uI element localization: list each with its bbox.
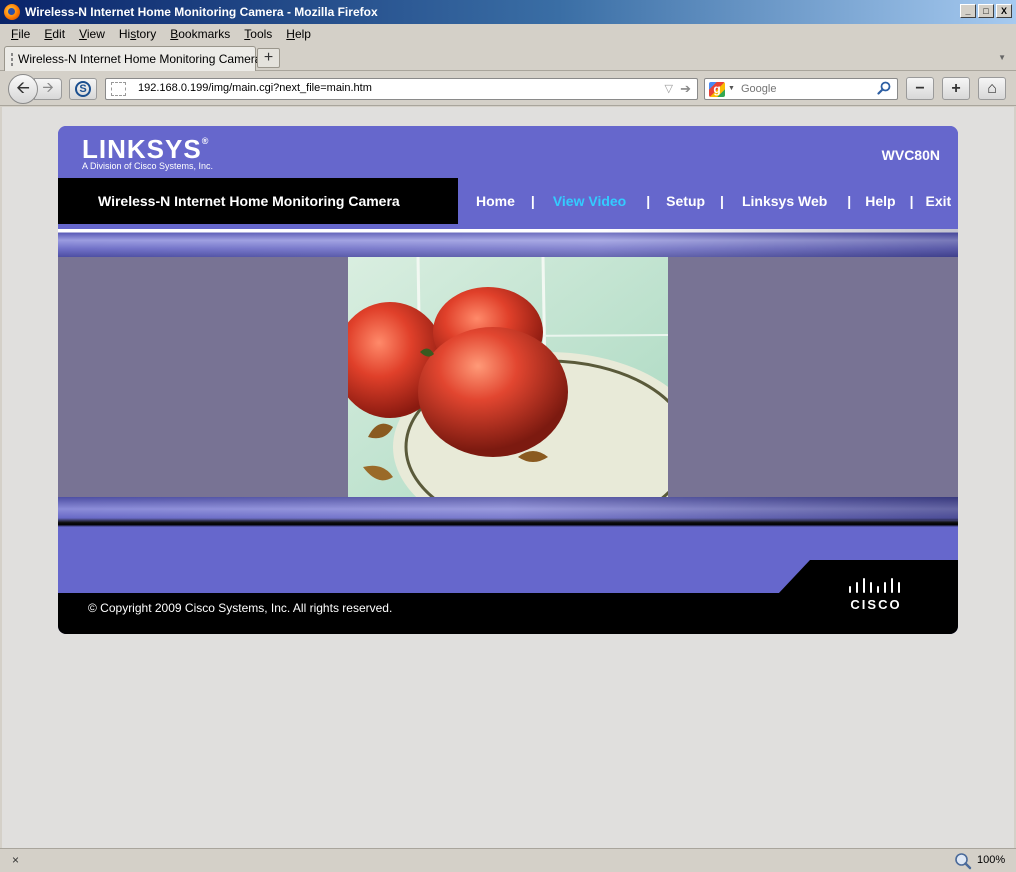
search-bar[interactable]: g ▼ [704, 78, 898, 100]
engine-chevron-down-icon[interactable]: ▼ [728, 85, 735, 92]
menu-help[interactable]: Help [279, 27, 318, 41]
linksys-nav: Wireless-N Internet Home Monitoring Came… [58, 178, 958, 224]
camera-video-feed [348, 257, 668, 497]
url-bar[interactable]: 192.168.0.199/img/main.cgi?next_file=mai… [105, 78, 698, 100]
cisco-wordmark: CISCO [850, 597, 902, 612]
page-favicon-icon [11, 52, 13, 66]
menu-file[interactable]: File [4, 27, 37, 41]
cisco-bars-icon [849, 578, 900, 593]
menu-tools[interactable]: Tools [237, 27, 279, 41]
google-engine-icon[interactable]: g [709, 82, 725, 97]
navigation-toolbar: 🡪 🡨 S 192.168.0.199/img/main.cgi?next_fi… [0, 71, 1016, 106]
nav-separator: | [909, 193, 914, 209]
decorative-band-bottom [58, 497, 958, 527]
linksys-header: LINKSYS® A Division of Cisco Systems, In… [58, 126, 958, 178]
forward-button[interactable]: 🡪 [34, 78, 62, 100]
home-icon: ⌂ [987, 79, 997, 97]
go-arrow-icon[interactable]: ➔ [680, 81, 691, 97]
copyright-text: © Copyright 2009 Cisco Systems, Inc. All… [88, 601, 393, 615]
search-input[interactable] [741, 82, 871, 96]
window-controls: _ □ X [960, 4, 1012, 18]
forward-arrow-icon: 🡪 [42, 79, 54, 95]
nav-links: Home | View Video | Setup | Linksys Web … [458, 178, 951, 224]
zoom-out-button[interactable]: − [906, 77, 934, 100]
maximize-button[interactable]: □ [978, 4, 994, 18]
linksys-logo-subtitle: A Division of Cisco Systems, Inc. [82, 161, 214, 171]
back-arrow-icon: 🡨 [16, 77, 30, 97]
nav-title-box: Wireless-N Internet Home Monitoring Came… [58, 178, 458, 224]
menu-bookmarks[interactable]: Bookmarks [163, 27, 237, 41]
tab-camera[interactable]: Wireless-N Internet Home Monitoring Came… [4, 46, 261, 71]
addon-s-button[interactable]: S [69, 78, 97, 100]
zoom-magnifier-icon[interactable] [954, 852, 972, 870]
menu-edit[interactable]: Edit [37, 27, 72, 41]
camera-model: WVC80N [881, 147, 940, 163]
decorative-band-top [58, 229, 958, 257]
s-addon-icon: S [75, 81, 91, 97]
back-button[interactable]: 🡨 [8, 74, 38, 104]
linksys-footer: © Copyright 2009 Cisco Systems, Inc. All… [58, 593, 958, 634]
addon-bar-close-icon[interactable]: × [12, 853, 19, 867]
nav-link-setup[interactable]: Setup [666, 193, 705, 209]
linksys-page: LINKSYS® A Division of Cisco Systems, In… [58, 126, 958, 634]
video-area [58, 257, 958, 497]
tabbar: Wireless-N Internet Home Monitoring Came… [0, 43, 1016, 71]
nav-separator: | [530, 193, 535, 209]
zoom-in-button[interactable]: + [942, 77, 970, 100]
close-button[interactable]: X [996, 4, 1012, 18]
search-icon[interactable] [877, 81, 891, 95]
nav-separator: | [847, 193, 852, 209]
minimize-button[interactable]: _ [960, 4, 976, 18]
tab-title: Wireless-N Internet Home Monitoring Came… [18, 52, 262, 66]
nav-link-exit[interactable]: Exit [925, 193, 951, 209]
tab-list-chevron-down-icon[interactable]: ▼ [998, 53, 1006, 62]
menu-view[interactable]: View [72, 27, 112, 41]
nav-link-linksys-web[interactable]: Linksys Web [742, 193, 827, 209]
window-titlebar: Wireless-N Internet Home Monitoring Came… [0, 0, 1016, 24]
site-identity-icon[interactable] [111, 82, 126, 96]
url-history-chevron-down-icon[interactable]: ▽ [665, 82, 673, 95]
firefox-icon [4, 4, 20, 20]
new-tab-button[interactable]: + [257, 48, 280, 68]
nav-link-view-video[interactable]: View Video [553, 193, 626, 209]
menubar: File Edit View History Bookmarks Tools H… [0, 24, 1016, 43]
page-viewport: LINKSYS® A Division of Cisco Systems, In… [2, 107, 1014, 848]
cisco-logo: CISCO [846, 577, 906, 613]
nav-separator: | [720, 193, 724, 209]
nav-link-home[interactable]: Home [476, 193, 515, 209]
statusbar: × 100% [0, 848, 1016, 872]
nav-link-help[interactable]: Help [865, 193, 895, 209]
url-text[interactable]: 192.168.0.199/img/main.cgi?next_file=mai… [138, 82, 372, 94]
page-title: Wireless-N Internet Home Monitoring Came… [98, 193, 400, 209]
nav-separator: | [646, 193, 651, 209]
home-button[interactable]: ⌂ [978, 77, 1006, 100]
zoom-level[interactable]: 100% [977, 854, 1005, 866]
window-title: Wireless-N Internet Home Monitoring Came… [25, 5, 378, 19]
menu-history[interactable]: History [112, 27, 163, 41]
